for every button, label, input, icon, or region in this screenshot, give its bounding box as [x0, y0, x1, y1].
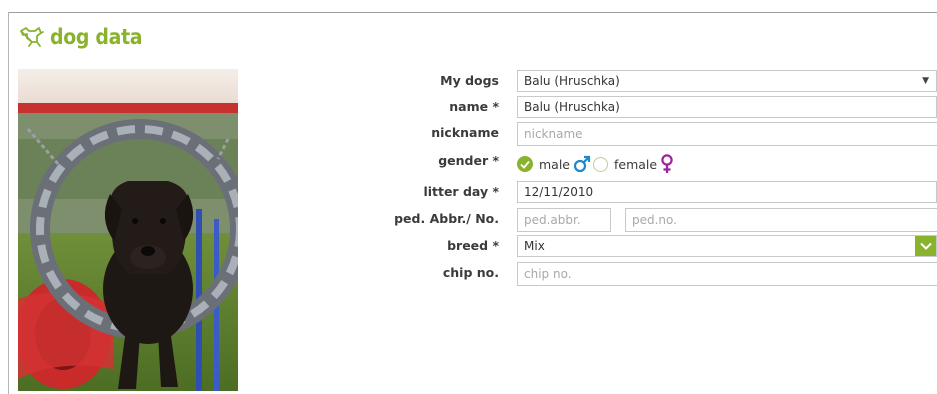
- gender-label: gender *: [438, 153, 499, 168]
- breed-label: breed *: [447, 238, 499, 253]
- chevron-down-icon: [919, 242, 932, 250]
- my-dogs-label: My dogs: [440, 73, 499, 88]
- name-label: name *: [449, 99, 499, 114]
- female-label: female: [614, 156, 658, 172]
- litter-day-value: 12/11/2010: [524, 185, 594, 199]
- breed-select[interactable]: Mix: [517, 235, 937, 257]
- female-symbol-icon: [661, 154, 673, 173]
- pedigree-label: ped. Abbr./ No.: [394, 211, 499, 226]
- dropdown-arrow-icon: ▼: [922, 76, 929, 86]
- panel-left-border: [8, 12, 9, 394]
- litter-day-label: litter day *: [423, 184, 499, 199]
- chip-label: chip no.: [442, 265, 499, 280]
- ped-no-field[interactable]: [625, 208, 937, 232]
- gender-radio-group: male female: [517, 152, 674, 176]
- nickname-field[interactable]: [517, 122, 937, 146]
- litter-day-field[interactable]: 12/11/2010: [517, 181, 937, 203]
- my-dogs-select[interactable]: Balu (Hruschka) ▼: [517, 70, 937, 92]
- dog-icon: [20, 27, 44, 47]
- panel-top-border: [8, 12, 937, 13]
- female-radio[interactable]: [593, 156, 608, 172]
- ped-abbr-field[interactable]: [517, 208, 611, 232]
- breed-value: Mix: [524, 239, 545, 253]
- dog-photo: [18, 69, 238, 391]
- chip-field[interactable]: [517, 262, 937, 286]
- male-radio[interactable]: [517, 156, 533, 172]
- male-label: male: [539, 156, 570, 172]
- page-title-text: dog data: [50, 25, 143, 49]
- nickname-label: nickname: [431, 125, 499, 140]
- name-value: Balu (Hruschka): [524, 100, 620, 114]
- male-symbol-icon: [573, 155, 591, 173]
- check-icon: [520, 160, 530, 169]
- page-title: dog data: [18, 22, 143, 52]
- breed-dropdown-button[interactable]: [915, 236, 936, 256]
- my-dogs-value: Balu (Hruschka): [524, 74, 620, 88]
- name-field[interactable]: Balu (Hruschka): [517, 96, 937, 118]
